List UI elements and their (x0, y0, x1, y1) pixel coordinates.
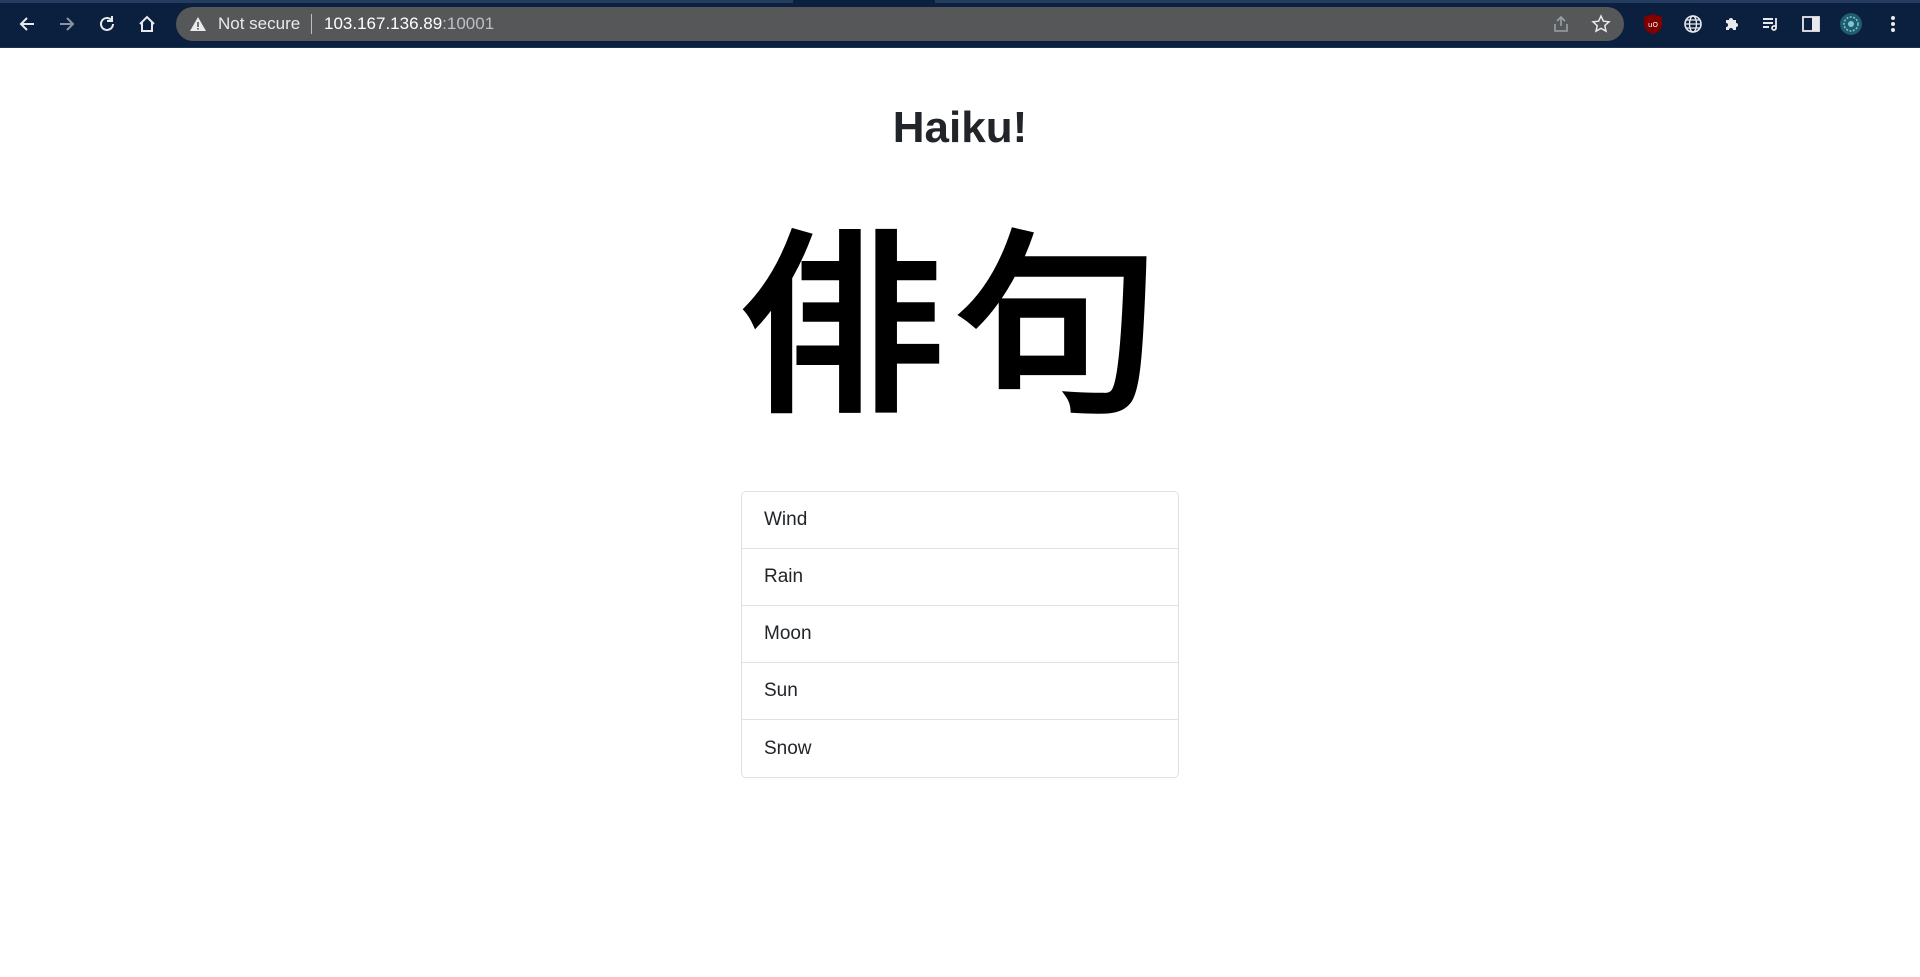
list-item-sun[interactable]: Sun (742, 663, 1178, 720)
share-icon (1554, 15, 1568, 32)
list-item-snow[interactable]: Snow (742, 720, 1178, 777)
arrow-left-icon (19, 17, 34, 31)
browser-toolbar: Not secure 103.167.136.89:10001 uO (0, 0, 1920, 48)
url-host: 103.167.136.89 (324, 14, 443, 33)
home-button[interactable] (131, 9, 163, 39)
address-bar[interactable]: Not secure 103.167.136.89:10001 (176, 7, 1624, 41)
url-port: :10001 (442, 14, 495, 33)
haiku-calligraphy-logo: 俳句 (705, 215, 1205, 440)
logo-calligraphy-text: 俳句 (740, 213, 1170, 442)
extensions-button[interactable] (1719, 11, 1745, 37)
omnibox-divider (311, 14, 312, 34)
security-status-label[interactable]: Not secure (218, 15, 300, 33)
url-text[interactable]: 103.167.136.89:10001 (324, 15, 494, 33)
browser-menu-button[interactable] (1880, 11, 1906, 37)
translate-extension-button[interactable] (1680, 11, 1706, 37)
puzzle-icon (1726, 18, 1738, 30)
reload-button[interactable] (91, 9, 123, 39)
kebab-menu-icon (1891, 16, 1895, 32)
tab-strip (0, 0, 1920, 3)
reading-list-button[interactable] (1758, 11, 1784, 37)
star-icon (1591, 14, 1611, 33)
side-panel-button[interactable] (1798, 11, 1824, 37)
profile-button[interactable] (1838, 11, 1864, 37)
ublock-origin-icon: uO (1644, 14, 1662, 34)
list-item-wind[interactable]: Wind (742, 492, 1178, 549)
share-button[interactable] (1550, 13, 1572, 35)
svg-text:uO: uO (1648, 21, 1658, 29)
warning-triangle-icon[interactable] (189, 15, 207, 33)
topic-list: Wind Rain Moon Sun Snow (741, 491, 1179, 778)
home-icon (139, 15, 155, 32)
page-title: Haiku! (892, 103, 1028, 152)
reading-list-icon (1763, 18, 1777, 31)
bookmark-button[interactable] (1590, 13, 1612, 35)
profile-avatar-icon (1840, 13, 1862, 35)
back-button[interactable] (11, 9, 43, 39)
side-panel-icon (1802, 16, 1820, 32)
reload-icon (100, 16, 114, 31)
globe-icon (1684, 15, 1702, 33)
forward-button[interactable] (51, 9, 83, 39)
arrow-right-icon (60, 17, 75, 31)
ublock-origin-button[interactable]: uO (1640, 11, 1666, 37)
list-item-rain[interactable]: Rain (742, 549, 1178, 606)
list-item-moon[interactable]: Moon (742, 606, 1178, 663)
